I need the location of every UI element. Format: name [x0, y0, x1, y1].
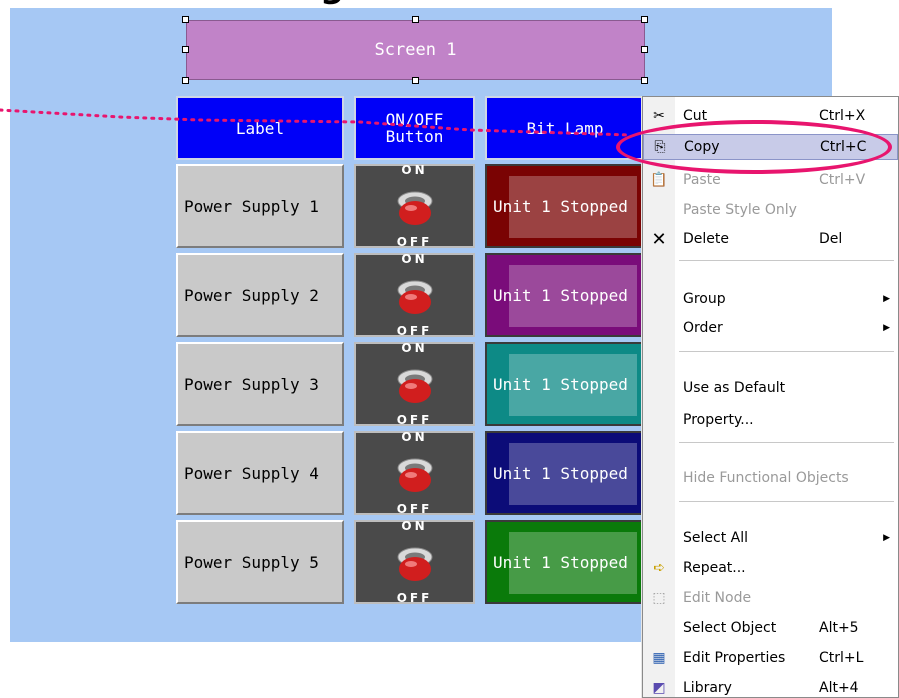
bit-lamp-5[interactable]: Unit 1 Stopped: [485, 520, 645, 604]
selection-handle-mr[interactable]: [641, 46, 648, 53]
lamp-text: Unit 1 Stopped: [493, 552, 628, 572]
repeat-icon: ➪: [653, 560, 665, 576]
annotation-dotted-line: [0, 108, 632, 137]
switch-off-label: OFF: [396, 502, 433, 516]
selection-handle-tr[interactable]: [641, 16, 648, 23]
selection-handle-bm[interactable]: [412, 77, 419, 84]
onoff-switch-5[interactable]: ON OFF: [354, 519, 475, 605]
menu-item-repeat[interactable]: ➪ Repeat...: [643, 555, 898, 581]
delete-icon: ✕: [651, 228, 667, 250]
label-power-supply-5[interactable]: Power Supply 5: [176, 520, 344, 604]
menu-item-use-as-default[interactable]: Use as Default: [643, 375, 898, 401]
menu-item-hide-functional-objects[interactable]: Hide Functional Objects: [643, 465, 898, 491]
paste-icon: 📋: [650, 172, 668, 188]
selection-handle-bl[interactable]: [182, 77, 189, 84]
menu-item-group[interactable]: Group ▶: [643, 286, 898, 312]
copy-highlight-ring: [616, 120, 892, 174]
bit-lamp-4[interactable]: Unit 1 Stopped: [485, 431, 645, 515]
menu-item-edit-node[interactable]: ⬚ Edit Node: [643, 585, 898, 611]
toggle-knob-icon: [397, 458, 432, 492]
lamp-text: Unit 1 Stopped: [493, 196, 628, 216]
onoff-switch-1[interactable]: ON OFF: [354, 163, 475, 249]
submenu-arrow-icon: ▶: [883, 323, 890, 333]
selection-handle-tl[interactable]: [182, 16, 189, 23]
page-heading-fragment: g: [320, 0, 580, 6]
edit-node-icon: ⬚: [652, 590, 666, 606]
scissors-icon: ✂: [653, 108, 665, 124]
label-power-supply-2[interactable]: Power Supply 2: [176, 253, 344, 337]
menu-item-property[interactable]: Property...: [643, 407, 898, 433]
screen-1-label: Screen 1: [374, 40, 457, 60]
bit-lamp-3[interactable]: Unit 1 Stopped: [485, 342, 645, 426]
switch-off-label: OFF: [396, 235, 433, 249]
menu-separator: [679, 442, 894, 443]
menu-item-delete[interactable]: ✕ Delete Del: [643, 226, 898, 252]
onoff-switch-2[interactable]: ON OFF: [354, 252, 475, 338]
menu-item-order[interactable]: Order ▶: [643, 315, 898, 341]
switch-on-label: ON: [401, 252, 428, 266]
menu-separator: [679, 501, 894, 502]
menu-separator: [679, 351, 894, 352]
switch-off-label: OFF: [396, 413, 433, 427]
lamp-text: Unit 1 Stopped: [493, 374, 628, 394]
submenu-arrow-icon: ▶: [883, 294, 890, 304]
switch-on-label: ON: [401, 163, 428, 177]
toggle-knob-icon: [397, 280, 432, 314]
menu-separator: [679, 260, 894, 261]
label-power-supply-4[interactable]: Power Supply 4: [176, 431, 344, 515]
switch-on-label: ON: [401, 430, 428, 444]
edit-properties-icon: ▦: [652, 650, 666, 666]
selection-handle-tm[interactable]: [412, 16, 419, 23]
screen-1-button[interactable]: Screen 1: [186, 20, 645, 80]
submenu-arrow-icon: ▶: [883, 533, 890, 543]
library-icon: ◩: [652, 680, 666, 696]
bit-lamp-1[interactable]: Unit 1 Stopped: [485, 164, 645, 248]
bit-lamp-2[interactable]: Unit 1 Stopped: [485, 253, 645, 337]
toggle-knob-icon: [397, 369, 432, 403]
menu-item-paste-style-only[interactable]: Paste Style Only: [643, 197, 898, 223]
context-menu: ✂ Cut Ctrl+X ⎘ Copy Ctrl+C 📋 Paste Ctrl+…: [642, 96, 899, 698]
selection-handle-br[interactable]: [641, 77, 648, 84]
label-power-supply-3[interactable]: Power Supply 3: [176, 342, 344, 426]
switch-off-label: OFF: [396, 591, 433, 605]
menu-item-select-object[interactable]: Select Object Alt+5: [643, 615, 898, 641]
lamp-text: Unit 1 Stopped: [493, 285, 628, 305]
switch-on-label: ON: [401, 341, 428, 355]
menu-item-select-all[interactable]: Select All ▶: [643, 525, 898, 551]
selection-handle-ml[interactable]: [182, 46, 189, 53]
onoff-switch-4[interactable]: ON OFF: [354, 430, 475, 516]
menu-item-edit-properties[interactable]: ▦ Edit Properties Ctrl+L: [643, 645, 898, 671]
switch-on-label: ON: [401, 519, 428, 533]
onoff-switch-3[interactable]: ON OFF: [354, 341, 475, 427]
toggle-knob-icon: [397, 547, 432, 581]
menu-item-library[interactable]: ◩ Library Alt+4: [643, 675, 898, 698]
lamp-text: Unit 1 Stopped: [493, 463, 628, 483]
label-power-supply-1[interactable]: Power Supply 1: [176, 164, 344, 248]
toggle-knob-icon: [397, 191, 432, 225]
switch-off-label: OFF: [396, 324, 433, 338]
